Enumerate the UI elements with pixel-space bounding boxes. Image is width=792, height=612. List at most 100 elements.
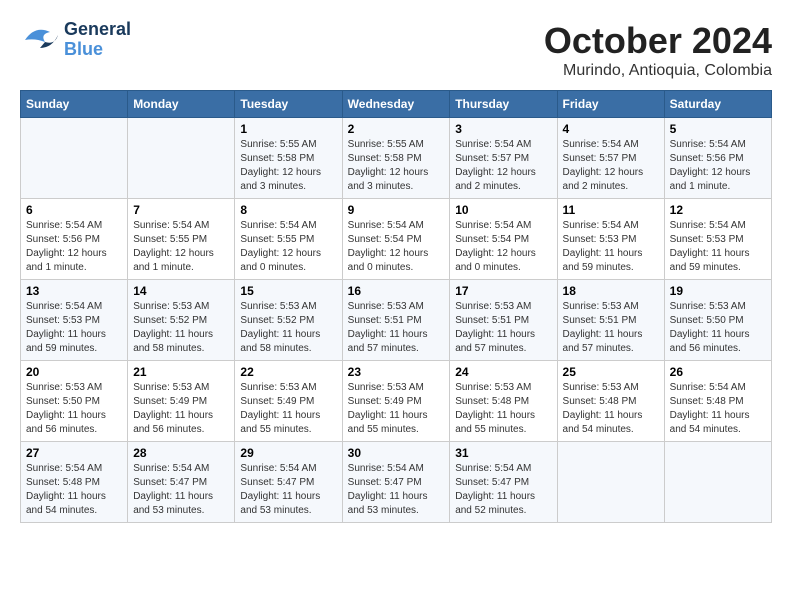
day-info: Sunrise: 5:54 AM Sunset: 5:55 PM Dayligh… xyxy=(240,219,336,275)
calendar-cell: 25 Sunrise: 5:53 AM Sunset: 5:48 PM Dayli… xyxy=(557,361,664,442)
day-info: Sunrise: 5:54 AM Sunset: 5:48 PM Dayligh… xyxy=(26,462,122,518)
week-row-5: 27 Sunrise: 5:54 AM Sunset: 5:48 PM Dayli… xyxy=(21,442,772,523)
logo-label: General Blue xyxy=(64,20,131,60)
calendar-cell: 10Sunrise: 5:54 AM Sunset: 5:54 PM Dayli… xyxy=(450,199,557,280)
week-row-3: 13 Sunrise: 5:54 AM Sunset: 5:53 PM Dayli… xyxy=(21,280,772,361)
day-info: Sunrise: 5:54 AM Sunset: 5:56 PM Dayligh… xyxy=(670,138,766,194)
calendar-cell: 23 Sunrise: 5:53 AM Sunset: 5:49 PM Dayli… xyxy=(342,361,450,442)
day-number: 7 xyxy=(133,203,229,217)
day-info: Sunrise: 5:54 AM Sunset: 5:47 PM Dayligh… xyxy=(240,462,336,518)
day-number: 13 xyxy=(26,284,122,298)
calendar-cell: 19 Sunrise: 5:53 AM Sunset: 5:50 PM Dayli… xyxy=(664,280,771,361)
day-number: 11 xyxy=(563,203,659,217)
day-number: 30 xyxy=(348,446,445,460)
day-info: Sunrise: 5:53 AM Sunset: 5:50 PM Dayligh… xyxy=(26,381,122,437)
col-header-monday: Monday xyxy=(128,91,235,118)
week-row-4: 20 Sunrise: 5:53 AM Sunset: 5:50 PM Dayli… xyxy=(21,361,772,442)
day-info: Sunrise: 5:54 AM Sunset: 5:53 PM Dayligh… xyxy=(670,219,766,275)
day-info: Sunrise: 5:54 AM Sunset: 5:57 PM Dayligh… xyxy=(455,138,551,194)
week-row-2: 6Sunrise: 5:54 AM Sunset: 5:56 PM Daylig… xyxy=(21,199,772,280)
day-info: Sunrise: 5:54 AM Sunset: 5:56 PM Dayligh… xyxy=(26,219,122,275)
calendar-cell: 18 Sunrise: 5:53 AM Sunset: 5:51 PM Dayli… xyxy=(557,280,664,361)
calendar-cell: 31 Sunrise: 5:54 AM Sunset: 5:47 PM Dayli… xyxy=(450,442,557,523)
calendar-cell: 8 Sunrise: 5:54 AM Sunset: 5:55 PM Daylig… xyxy=(235,199,342,280)
day-number: 10 xyxy=(455,203,551,217)
col-header-tuesday: Tuesday xyxy=(235,91,342,118)
calendar-cell: 2Sunrise: 5:55 AM Sunset: 5:58 PM Daylig… xyxy=(342,118,450,199)
day-number: 5 xyxy=(670,122,766,136)
day-number: 25 xyxy=(563,365,659,379)
title-block: October 2024 Murindo, Antioquia, Colombi… xyxy=(544,20,772,80)
day-info: Sunrise: 5:53 AM Sunset: 5:51 PM Dayligh… xyxy=(348,300,445,356)
calendar-cell: 12 Sunrise: 5:54 AM Sunset: 5:53 PM Dayli… xyxy=(664,199,771,280)
logo: General Blue xyxy=(20,20,131,60)
day-number: 28 xyxy=(133,446,229,460)
day-info: Sunrise: 5:53 AM Sunset: 5:50 PM Dayligh… xyxy=(670,300,766,356)
calendar-cell: 30 Sunrise: 5:54 AM Sunset: 5:47 PM Dayli… xyxy=(342,442,450,523)
day-number: 14 xyxy=(133,284,229,298)
calendar-cell xyxy=(557,442,664,523)
calendar-table: SundayMondayTuesdayWednesdayThursdayFrid… xyxy=(20,90,772,523)
calendar-cell: 17 Sunrise: 5:53 AM Sunset: 5:51 PM Dayli… xyxy=(450,280,557,361)
col-header-wednesday: Wednesday xyxy=(342,91,450,118)
day-info: Sunrise: 5:53 AM Sunset: 5:48 PM Dayligh… xyxy=(455,381,551,437)
calendar-header-row: SundayMondayTuesdayWednesdayThursdayFrid… xyxy=(21,91,772,118)
calendar-cell: 28 Sunrise: 5:54 AM Sunset: 5:47 PM Dayli… xyxy=(128,442,235,523)
week-row-1: 1Sunrise: 5:55 AM Sunset: 5:58 PM Daylig… xyxy=(21,118,772,199)
col-header-friday: Friday xyxy=(557,91,664,118)
day-info: Sunrise: 5:54 AM Sunset: 5:53 PM Dayligh… xyxy=(563,219,659,275)
day-info: Sunrise: 5:54 AM Sunset: 5:47 PM Dayligh… xyxy=(133,462,229,518)
day-number: 29 xyxy=(240,446,336,460)
day-number: 27 xyxy=(26,446,122,460)
day-number: 3 xyxy=(455,122,551,136)
day-info: Sunrise: 5:55 AM Sunset: 5:58 PM Dayligh… xyxy=(240,138,336,194)
calendar-cell: 26Sunrise: 5:54 AM Sunset: 5:48 PM Dayli… xyxy=(664,361,771,442)
calendar-cell: 5 Sunrise: 5:54 AM Sunset: 5:56 PM Daylig… xyxy=(664,118,771,199)
calendar-cell: 3 Sunrise: 5:54 AM Sunset: 5:57 PM Daylig… xyxy=(450,118,557,199)
calendar-cell: 7 Sunrise: 5:54 AM Sunset: 5:55 PM Daylig… xyxy=(128,199,235,280)
calendar-cell: 24 Sunrise: 5:53 AM Sunset: 5:48 PM Dayli… xyxy=(450,361,557,442)
calendar-cell: 1Sunrise: 5:55 AM Sunset: 5:58 PM Daylig… xyxy=(235,118,342,199)
day-info: Sunrise: 5:54 AM Sunset: 5:55 PM Dayligh… xyxy=(133,219,229,275)
calendar-cell xyxy=(128,118,235,199)
day-info: Sunrise: 5:53 AM Sunset: 5:51 PM Dayligh… xyxy=(455,300,551,356)
calendar-cell: 27 Sunrise: 5:54 AM Sunset: 5:48 PM Dayli… xyxy=(21,442,128,523)
calendar-cell: 29 Sunrise: 5:54 AM Sunset: 5:47 PM Dayli… xyxy=(235,442,342,523)
day-number: 23 xyxy=(348,365,445,379)
day-number: 26 xyxy=(670,365,766,379)
day-info: Sunrise: 5:54 AM Sunset: 5:47 PM Dayligh… xyxy=(455,462,551,518)
day-number: 31 xyxy=(455,446,551,460)
day-number: 15 xyxy=(240,284,336,298)
day-info: Sunrise: 5:53 AM Sunset: 5:51 PM Dayligh… xyxy=(563,300,659,356)
calendar-cell: 16 Sunrise: 5:53 AM Sunset: 5:51 PM Dayli… xyxy=(342,280,450,361)
col-header-thursday: Thursday xyxy=(450,91,557,118)
calendar-cell: 14Sunrise: 5:53 AM Sunset: 5:52 PM Dayli… xyxy=(128,280,235,361)
calendar-cell: 11 Sunrise: 5:54 AM Sunset: 5:53 PM Dayli… xyxy=(557,199,664,280)
col-header-sunday: Sunday xyxy=(21,91,128,118)
day-number: 12 xyxy=(670,203,766,217)
calendar-cell: 4Sunrise: 5:54 AM Sunset: 5:57 PM Daylig… xyxy=(557,118,664,199)
month-title: October 2024 xyxy=(544,20,772,62)
day-info: Sunrise: 5:54 AM Sunset: 5:53 PM Dayligh… xyxy=(26,300,122,356)
day-info: Sunrise: 5:53 AM Sunset: 5:52 PM Dayligh… xyxy=(240,300,336,356)
day-number: 18 xyxy=(563,284,659,298)
day-info: Sunrise: 5:53 AM Sunset: 5:48 PM Dayligh… xyxy=(563,381,659,437)
page-header: General Blue October 2024 Murindo, Antio… xyxy=(20,20,772,80)
day-info: Sunrise: 5:54 AM Sunset: 5:57 PM Dayligh… xyxy=(563,138,659,194)
day-number: 21 xyxy=(133,365,229,379)
calendar-cell: 6Sunrise: 5:54 AM Sunset: 5:56 PM Daylig… xyxy=(21,199,128,280)
location-subtitle: Murindo, Antioquia, Colombia xyxy=(544,62,772,80)
day-number: 20 xyxy=(26,365,122,379)
day-number: 2 xyxy=(348,122,445,136)
calendar-cell xyxy=(664,442,771,523)
calendar-cell xyxy=(21,118,128,199)
day-number: 17 xyxy=(455,284,551,298)
col-header-saturday: Saturday xyxy=(664,91,771,118)
day-number: 24 xyxy=(455,365,551,379)
calendar-cell: 13 Sunrise: 5:54 AM Sunset: 5:53 PM Dayli… xyxy=(21,280,128,361)
day-number: 16 xyxy=(348,284,445,298)
day-number: 19 xyxy=(670,284,766,298)
day-info: Sunrise: 5:54 AM Sunset: 5:47 PM Dayligh… xyxy=(348,462,445,518)
day-info: Sunrise: 5:53 AM Sunset: 5:49 PM Dayligh… xyxy=(348,381,445,437)
day-number: 8 xyxy=(240,203,336,217)
